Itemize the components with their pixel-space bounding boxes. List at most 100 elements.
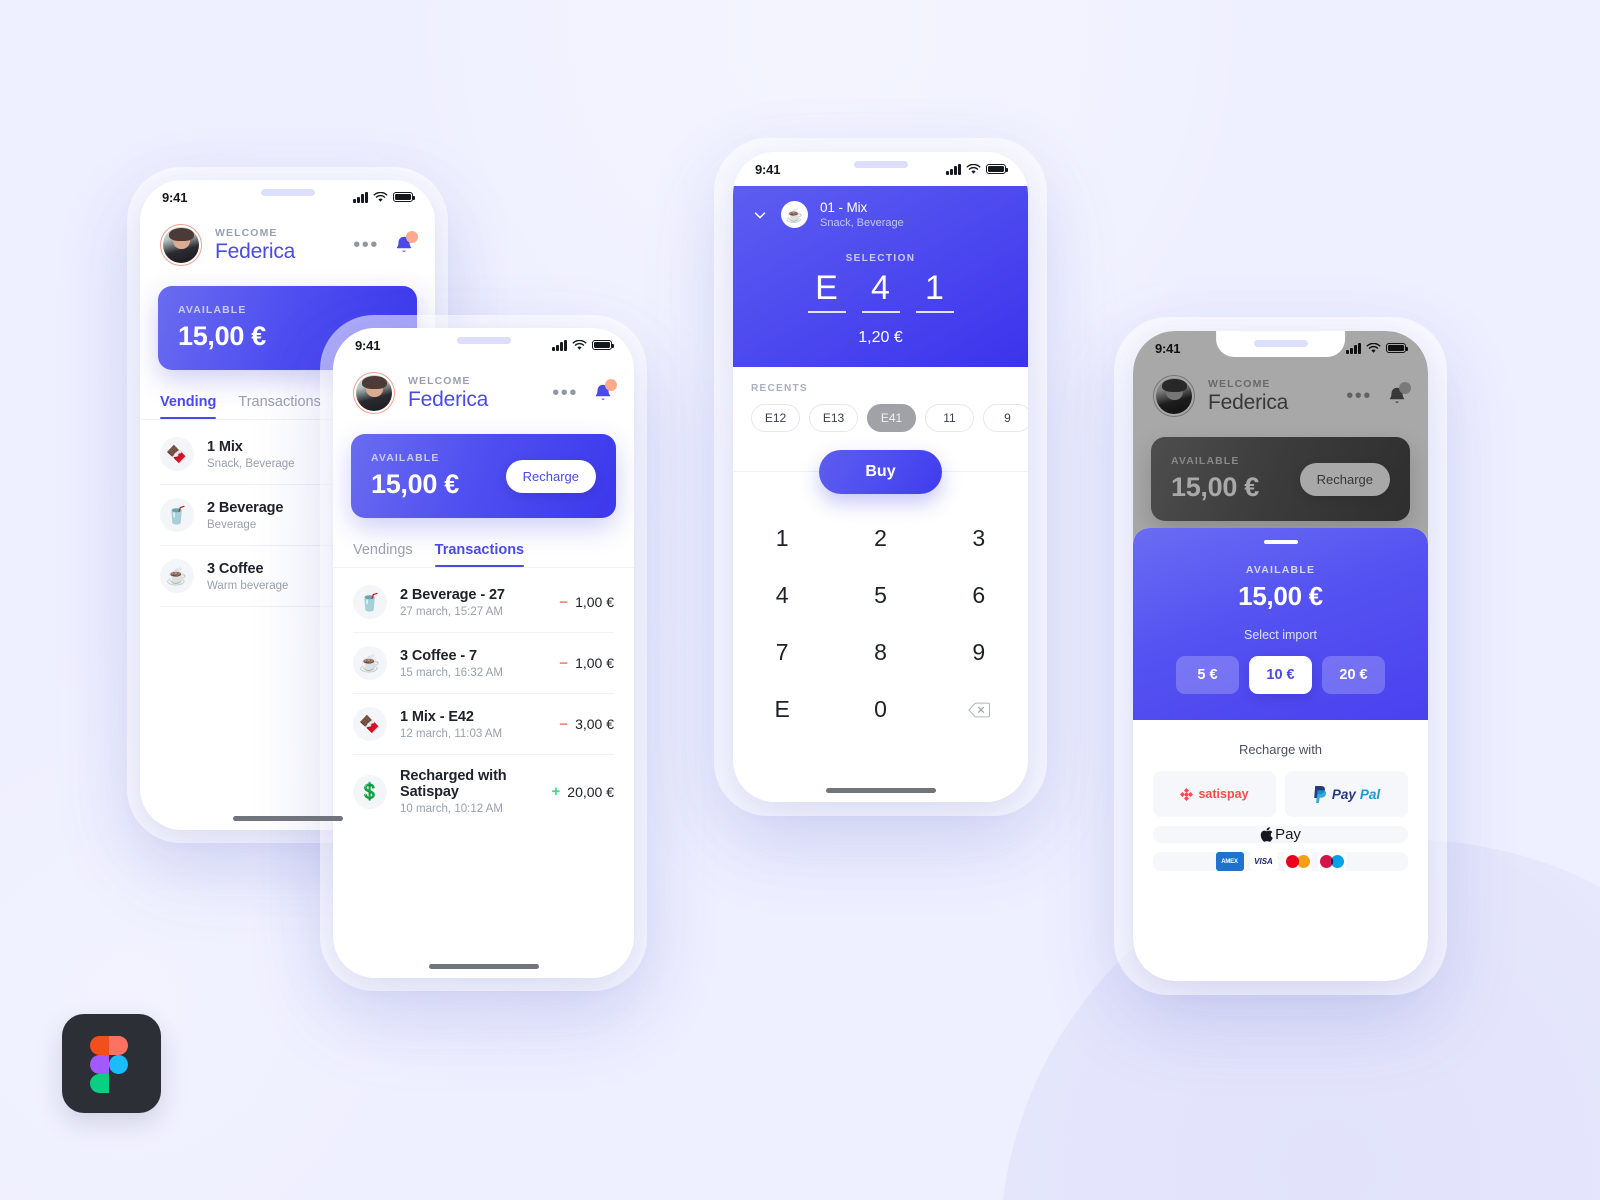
tab-transactions[interactable]: Transactions [434, 542, 525, 567]
recharge-button[interactable]: Recharge [1299, 462, 1390, 496]
key-backspace[interactable] [930, 681, 1028, 738]
payment-method-satispay[interactable]: satispay [1153, 771, 1276, 817]
user-name: Federica [1208, 390, 1289, 414]
transaction-amount: − 3,00 € [559, 716, 614, 733]
balance-text: AVAILABLE 15,00 € [178, 304, 266, 352]
home-indicator [825, 788, 936, 793]
home-indicator [232, 816, 343, 821]
paypal-label-pal: Pal [1359, 786, 1381, 802]
wifi-icon [373, 191, 388, 202]
import-option-5[interactable]: 5 € [1176, 656, 1239, 694]
import-option-10-selected[interactable]: 10 € [1249, 656, 1312, 694]
transactions-list: 🥤 2 Beverage - 27 27 march, 15:27 AM − 1… [333, 572, 634, 828]
key-5[interactable]: 5 [831, 567, 929, 624]
more-options-icon[interactable]: ••• [552, 383, 578, 403]
apple-pay-logo: Pay [1260, 826, 1301, 843]
key-e[interactable]: E [733, 681, 831, 738]
more-options-icon[interactable]: ••• [1346, 386, 1372, 406]
table-row[interactable]: 🥤 2 Beverage - 27 27 march, 15:27 AM − 1… [353, 572, 614, 632]
balance-text: AVAILABLE 15,00 € [1171, 455, 1259, 503]
status-time: 9:41 [1155, 340, 1181, 356]
recent-chip[interactable]: E12 [751, 404, 800, 433]
buy-section: Buy [733, 432, 1028, 510]
phone-3-selection-keypad: 9:41 ☕ 01 - Mix Snack, Beverage SELECTIO… [733, 152, 1028, 802]
status-time: 9:41 [355, 337, 381, 353]
table-row[interactable]: ☕ 3 Coffee - 7 15 march, 16:32 AM − 1,00… [353, 632, 614, 693]
recents-chips: E12 E13 E41 11 9 [733, 394, 1028, 433]
payment-method-cards[interactable]: AMEX VISA [1153, 852, 1408, 871]
recent-chip[interactable]: E13 [809, 404, 858, 433]
key-9[interactable]: 9 [930, 624, 1028, 681]
signal-icon [1346, 342, 1361, 354]
recent-chip-selected[interactable]: E41 [867, 404, 916, 433]
phone-2-header: WELCOME Federica ••• [333, 372, 634, 414]
chevron-down-icon[interactable] [751, 206, 769, 224]
transaction-sign: + [551, 783, 561, 800]
key-6[interactable]: 6 [930, 567, 1028, 624]
notch-speaker [260, 189, 315, 196]
transaction-value: 20,00 € [567, 783, 614, 800]
product-icon: 🥤 [160, 498, 194, 532]
selection-label: SELECTION [845, 253, 916, 264]
welcome-label: WELCOME [1208, 377, 1271, 390]
key-2[interactable]: 2 [831, 510, 929, 567]
key-4[interactable]: 4 [733, 567, 831, 624]
satispay-label: satispay [1198, 787, 1249, 801]
key-3[interactable]: 3 [930, 510, 1028, 567]
avatar-image [1156, 378, 1192, 414]
machine-title: 01 - Mix [820, 200, 868, 215]
recent-chip[interactable]: 11 [925, 404, 974, 433]
sheet-available-amount: 15,00 € [1238, 581, 1323, 611]
machine-icon: ☕ [781, 201, 808, 228]
transaction-title: 2 Beverage - 27 [400, 586, 505, 603]
signal-icon [552, 339, 567, 351]
notification-bell-icon[interactable] [1386, 382, 1411, 407]
key-7[interactable]: 7 [733, 624, 831, 681]
phone-3-screen: 9:41 ☕ 01 - Mix Snack, Beverage SELECTIO… [733, 152, 1028, 802]
avatar[interactable] [353, 372, 395, 414]
notification-bell-icon[interactable] [393, 231, 418, 256]
status-icons [946, 163, 1009, 175]
key-8[interactable]: 8 [831, 624, 929, 681]
select-import-label: Select import [1244, 628, 1317, 642]
machine-row: ☕ 01 - Mix Snack, Beverage [751, 200, 1010, 229]
wifi-icon [1366, 342, 1381, 353]
tab-vending[interactable]: Vending [160, 394, 217, 419]
buy-button[interactable]: Buy [819, 450, 942, 495]
transaction-icon: 🍫 [353, 707, 387, 741]
sheet-grabber[interactable] [1263, 540, 1298, 544]
tab-transactions[interactable]: Transactions [238, 394, 320, 419]
avatar[interactable] [160, 224, 202, 266]
signal-icon [353, 191, 368, 203]
satispay-icon [1180, 787, 1194, 801]
amex-icon: AMEX [1215, 852, 1244, 871]
table-row[interactable]: 🍫 1 Mix - E42 12 march, 11:03 AM − 3,00 … [353, 693, 614, 754]
tab-vendings[interactable]: Vendings [353, 542, 413, 567]
signal-icon [946, 163, 961, 175]
phone-4-header: WELCOME Federica ••• [1133, 375, 1428, 417]
battery-icon [986, 164, 1009, 174]
key-1[interactable]: 1 [733, 510, 831, 567]
figma-logo [62, 1014, 161, 1113]
payment-method-apple-pay[interactable]: Pay [1153, 826, 1408, 843]
recharge-sheet: AVAILABLE 15,00 € Select import 5 € 10 €… [1133, 528, 1428, 981]
key-0[interactable]: 0 [831, 681, 929, 738]
battery-icon [592, 340, 615, 350]
wifi-icon [572, 339, 587, 350]
figma-shape-green [90, 1074, 109, 1093]
avatar[interactable] [1153, 375, 1195, 417]
table-row[interactable]: 💲 Recharged with Satispay 10 march, 10:1… [353, 754, 614, 828]
figma-shape-orange-left [90, 1036, 109, 1055]
more-options-icon[interactable]: ••• [353, 235, 379, 255]
recharge-button[interactable]: Recharge [505, 459, 596, 493]
recent-chip[interactable]: 9 [983, 404, 1028, 433]
backspace-icon [967, 702, 990, 718]
payment-method-paypal[interactable]: Pay Pal [1285, 771, 1408, 817]
import-option-20[interactable]: 20 € [1322, 656, 1385, 694]
notch-speaker [853, 161, 908, 168]
transaction-amount: − 1,00 € [559, 655, 614, 672]
battery-icon [393, 192, 416, 202]
transaction-title: 3 Coffee - 7 [400, 647, 477, 664]
greeting-block: WELCOME Federica [215, 227, 353, 264]
notification-bell-icon[interactable] [592, 379, 617, 404]
